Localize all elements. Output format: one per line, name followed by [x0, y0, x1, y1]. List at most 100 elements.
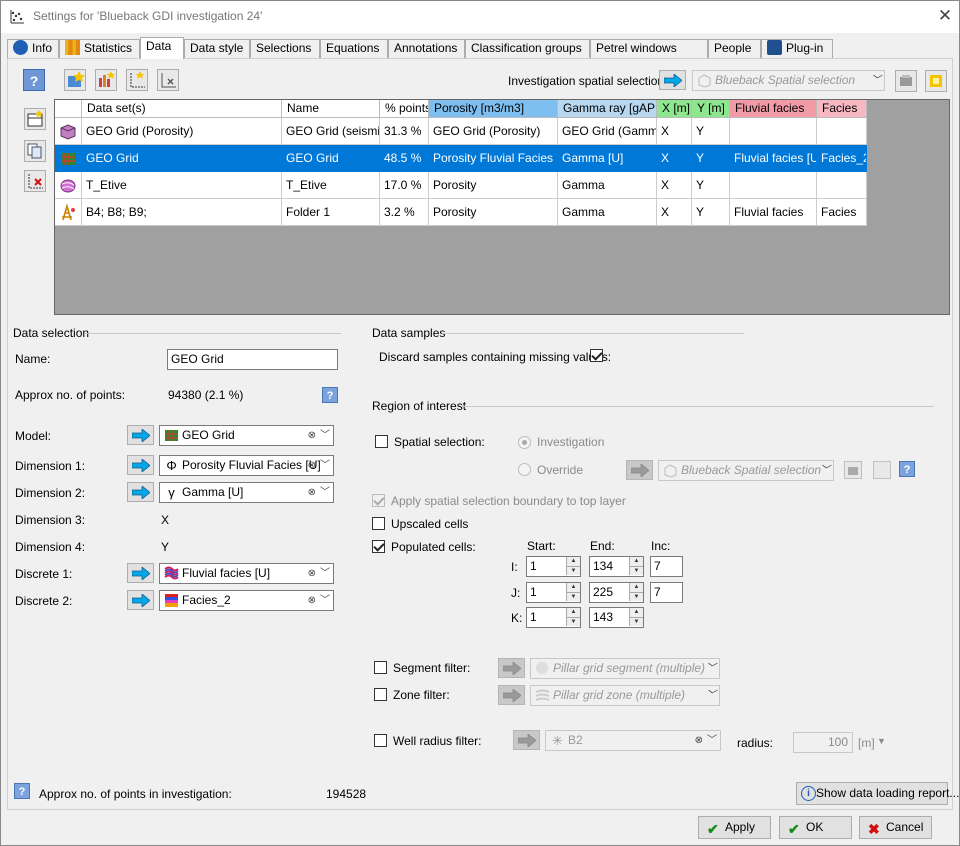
clear-icon[interactable]: ⊗: [308, 456, 316, 475]
k-start-stepper[interactable]: 1 ▲ ▼: [526, 607, 581, 628]
down-arrow-icon[interactable]: ▼: [629, 617, 643, 626]
discrete-1-insert-button[interactable]: [127, 563, 154, 583]
investigation-radio[interactable]: [518, 436, 531, 449]
override-insert-button[interactable]: [626, 460, 653, 480]
up-arrow-icon[interactable]: ▲: [566, 557, 580, 566]
j-start-stepper[interactable]: 1 ▲ ▼: [526, 582, 581, 603]
col-header-y[interactable]: Y [m]: [692, 100, 730, 118]
help-icon[interactable]: ?: [322, 387, 338, 403]
col-header-facies[interactable]: Facies: [817, 100, 867, 118]
segment-insert-button[interactable]: [498, 658, 525, 678]
i-start-stepper[interactable]: 1 ▲ ▼: [526, 556, 581, 577]
override-spatial-combo[interactable]: Blueback Spatial selection ﹀: [658, 460, 834, 481]
tab-data-style[interactable]: Data style: [184, 39, 250, 58]
add-row-button[interactable]: [24, 108, 46, 130]
col-header-datasets[interactable]: Data set(s): [82, 100, 282, 118]
down-arrow-icon[interactable]: ▼: [566, 566, 580, 575]
tab-classification-groups[interactable]: Classification groups: [465, 39, 590, 58]
spatial-selection-insert-button[interactable]: [659, 70, 686, 90]
help-icon[interactable]: ?: [14, 783, 30, 799]
add-dataset-button[interactable]: [64, 69, 86, 91]
tab-selections[interactable]: Selections: [250, 39, 320, 58]
tab-info[interactable]: Info: [7, 39, 59, 58]
add-axis-button[interactable]: [126, 69, 148, 91]
dimension-2-insert-button[interactable]: [127, 482, 154, 502]
discard-missing-checkbox[interactable]: [590, 349, 603, 362]
model-insert-button[interactable]: [127, 425, 154, 445]
down-arrow-icon[interactable]: ▼: [566, 592, 580, 601]
close-icon[interactable]: ✕: [933, 5, 957, 27]
down-arrow-icon[interactable]: ▼: [566, 617, 580, 626]
override-radio[interactable]: [518, 463, 531, 476]
tab-people[interactable]: People: [708, 39, 761, 58]
chevron-down-icon[interactable]: ﹀: [320, 483, 330, 502]
discrete-1-combo[interactable]: Fluvial facies [U] ⊗ ﹀: [159, 563, 334, 584]
clear-icon[interactable]: ⊗: [308, 591, 316, 610]
col-header-x[interactable]: X [m]: [657, 100, 692, 118]
tab-annotations[interactable]: Annotations: [388, 39, 465, 58]
show-data-loading-report-button[interactable]: i Show data loading report...: [796, 782, 959, 805]
tab-plug-in[interactable]: Plug-in: [761, 39, 833, 58]
apply-button[interactable]: ✔ Apply: [698, 816, 771, 839]
chevron-down-icon[interactable]: ﹀: [320, 426, 330, 445]
chevron-down-icon[interactable]: ﹀: [320, 591, 330, 610]
col-header-fluvial[interactable]: Fluvial facies: [730, 100, 817, 118]
name-input[interactable]: GEO Grid: [167, 349, 338, 370]
down-arrow-icon[interactable]: ▼: [629, 566, 643, 575]
discrete-2-insert-button[interactable]: [127, 590, 154, 610]
up-arrow-icon[interactable]: ▲: [629, 557, 643, 566]
discrete-2-combo[interactable]: Facies_2 ⊗ ﹀: [159, 590, 334, 611]
zone-filter-combo[interactable]: Pillar grid zone (multiple) ﹀: [530, 685, 720, 706]
chevron-down-icon[interactable]: ﹀: [320, 564, 330, 583]
k-end-stepper[interactable]: 143 ▲ ▼: [589, 607, 644, 628]
help-icon[interactable]: ?: [899, 461, 915, 477]
dimension-2-combo[interactable]: γ Gamma [U] ⊗ ﹀: [159, 482, 334, 503]
segment-filter-combo[interactable]: Pillar grid segment (multiple) ﹀: [530, 658, 720, 679]
override-filter-button[interactable]: [873, 461, 891, 479]
well-combo[interactable]: ✳ B2 ⊗ ﹀: [545, 730, 721, 751]
tab-statistics[interactable]: Statistics: [59, 39, 140, 58]
i-end-stepper[interactable]: 134 ▲ ▼: [589, 556, 644, 577]
clear-icon[interactable]: ⊗: [308, 483, 316, 502]
spatial-selection-combo[interactable]: Blueback Spatial selection ﹀: [692, 70, 885, 91]
spatial-settings-button[interactable]: [895, 70, 917, 92]
well-insert-button[interactable]: [513, 730, 540, 750]
tab-petrel-windows-style[interactable]: Petrel windows style: [590, 39, 708, 72]
dimension-1-combo[interactable]: Φ Porosity Fluvial Facies [U] ⊗ ﹀: [159, 455, 334, 476]
tab-data[interactable]: Data: [140, 37, 184, 59]
up-arrow-icon[interactable]: ▲: [566, 583, 580, 592]
radius-unit-dropdown-icon[interactable]: ▼: [877, 736, 886, 746]
dimension-1-insert-button[interactable]: [127, 455, 154, 475]
down-arrow-icon[interactable]: ▼: [629, 592, 643, 601]
up-arrow-icon[interactable]: ▲: [566, 608, 580, 617]
remove-axis-button[interactable]: [157, 69, 179, 91]
col-header-points[interactable]: % points: [380, 100, 429, 118]
copy-row-button[interactable]: [24, 140, 46, 162]
segment-filter-checkbox[interactable]: [374, 661, 387, 674]
clear-icon[interactable]: ⊗: [308, 426, 316, 445]
radius-input[interactable]: 100: [793, 732, 853, 753]
ok-button[interactable]: ✔ OK: [779, 816, 852, 839]
spatial-filter-button[interactable]: [925, 70, 947, 92]
help-icon[interactable]: ?: [23, 69, 45, 91]
cancel-button[interactable]: ✖ Cancel: [859, 816, 932, 839]
zone-filter-checkbox[interactable]: [374, 688, 387, 701]
model-combo[interactable]: GEO Grid ⊗ ﹀: [159, 425, 334, 446]
j-end-stepper[interactable]: 225 ▲ ▼: [589, 582, 644, 603]
zone-insert-button[interactable]: [498, 685, 525, 705]
up-arrow-icon[interactable]: ▲: [629, 583, 643, 592]
i-inc-input[interactable]: 7: [650, 556, 683, 577]
override-settings-button[interactable]: [844, 461, 862, 479]
j-inc-input[interactable]: 7: [650, 582, 683, 603]
add-statistics-button[interactable]: [95, 69, 117, 91]
spatial-selection-checkbox[interactable]: [375, 435, 388, 448]
well-radius-filter-checkbox[interactable]: [374, 734, 387, 747]
col-header-name[interactable]: Name: [282, 100, 380, 118]
delete-row-button[interactable]: [24, 170, 46, 192]
up-arrow-icon[interactable]: ▲: [629, 608, 643, 617]
chevron-down-icon[interactable]: ﹀: [320, 456, 330, 475]
tab-equations[interactable]: Equations: [320, 39, 388, 58]
col-header-gamma[interactable]: Gamma ray [gAPI]: [558, 100, 657, 118]
col-header-porosity[interactable]: Porosity [m3/m3]: [429, 100, 558, 118]
clear-icon[interactable]: ⊗: [308, 564, 316, 583]
